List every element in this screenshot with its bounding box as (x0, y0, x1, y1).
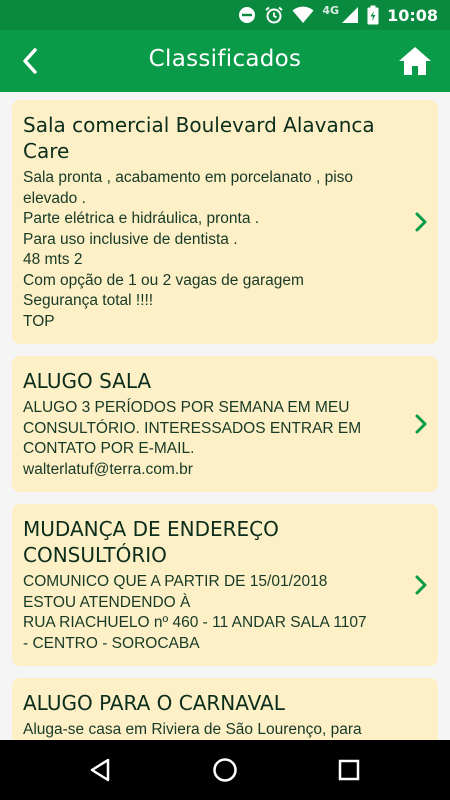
status-icons: 4G 10:08 (238, 0, 438, 30)
item-title: ALUGO PARA O CARNAVAL (23, 691, 285, 715)
battery-icon (367, 5, 379, 25)
item-title: Sala comercial Boulevard Alavanca Care (23, 113, 375, 163)
wifi-icon (292, 6, 314, 24)
alarm-icon (264, 5, 284, 25)
item-title: MUDANÇA DE ENDEREÇO CONSULTÓRIO (23, 517, 279, 567)
triangle-back-icon (88, 757, 112, 783)
list-item[interactable]: MUDANÇA DE ENDEREÇO CONSULTÓRIO COMUNICO… (12, 504, 438, 666)
chevron-right-icon (412, 412, 430, 436)
nav-recents-button[interactable] (331, 752, 367, 788)
system-navigation-bar (0, 740, 450, 800)
square-recents-icon (337, 758, 361, 782)
nav-home-button[interactable] (207, 752, 243, 788)
nav-back-button[interactable] (82, 752, 118, 788)
clock: 10:08 (387, 5, 438, 25)
page-title: Classificados (148, 46, 302, 72)
do-not-disturb-icon (238, 6, 256, 24)
status-bar: 4G 10:08 (0, 0, 450, 30)
chevron-right-icon (412, 210, 430, 234)
list-item[interactable]: Sala comercial Boulevard Alavanca Care S… (12, 100, 438, 344)
home-button[interactable] (396, 42, 434, 80)
item-description: ALUGO 3 PERÍODOS POR SEMANA EM MEU CONSU… (23, 399, 362, 478)
item-description: Sala pronta , acabamento em porcelanato … (23, 169, 354, 330)
chevron-right-icon (412, 573, 430, 597)
list-item[interactable]: ALUGO PARA O CARNAVAL Aluga-se casa em R… (12, 678, 438, 740)
network-type: 4G (322, 3, 340, 17)
classifieds-list-viewport[interactable]: Sala comercial Boulevard Alavanca Care S… (0, 92, 450, 740)
item-title: ALUGO SALA (23, 369, 152, 393)
app-bar: Classificados (0, 30, 450, 92)
classifieds-list: Sala comercial Boulevard Alavanca Care S… (0, 92, 450, 740)
cell-signal-icon (341, 6, 359, 24)
list-item[interactable]: ALUGO SALA ALUGO 3 PERÍODOS POR SEMANA E… (12, 356, 438, 492)
circle-home-icon (212, 757, 238, 783)
item-description: Aluga-se casa em Riviera de São Lourenço… (23, 721, 362, 738)
item-description: COMUNICO QUE A PARTIR DE 15/01/2018 ESTO… (23, 573, 367, 652)
home-icon (397, 45, 433, 77)
